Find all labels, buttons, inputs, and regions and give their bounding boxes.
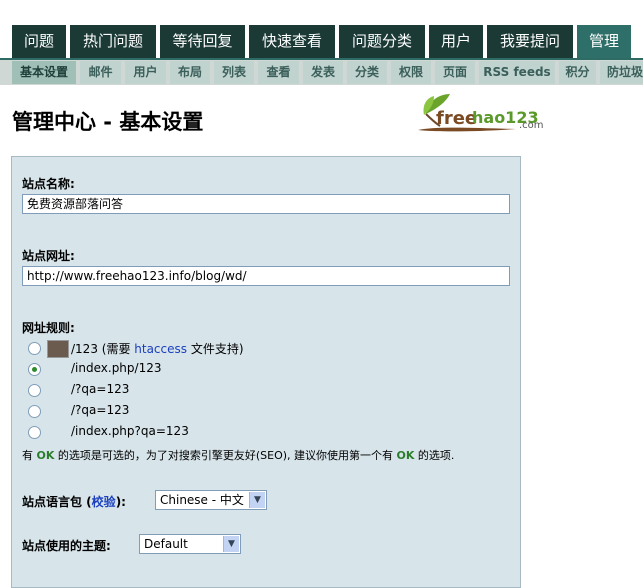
tab-users[interactable]: 用户	[429, 25, 483, 58]
language-label-text: 站点语言包 (	[22, 495, 92, 509]
language-select[interactable]: Chinese - 中文 ▼	[155, 490, 267, 510]
logo-com: .com	[519, 120, 544, 131]
url-rule-radio[interactable]	[28, 426, 41, 439]
language-label-suffix: ):	[115, 495, 126, 509]
subtab-lists[interactable]: 列表	[214, 61, 254, 84]
url-rule-text: /123 (需要 htaccess 文件支持)	[71, 340, 244, 357]
subtab-email[interactable]: 邮件	[80, 61, 121, 84]
site-name-label: 站点名称:	[22, 177, 75, 191]
ok-badge: OK	[36, 449, 55, 462]
url-rule-option[interactable]: /?qa=123	[28, 382, 508, 400]
url-rule-text: /index.php/123	[71, 361, 162, 375]
page-title: 管理中心 - 基本设置	[12, 110, 204, 134]
tab-categories[interactable]: 问题分类	[339, 25, 425, 58]
site-url-input[interactable]: http://www.freehao123.info/blog/wd/	[22, 266, 510, 286]
url-rule-label: 网址规则:	[22, 321, 75, 335]
subtab-posting[interactable]: 发表	[303, 61, 343, 84]
subtab-categories[interactable]: 分类	[347, 61, 387, 84]
theme-select-value: Default	[144, 537, 188, 551]
settings-panel: 站点名称: 免费资源部落问答 站点网址: http://www.freehao1…	[11, 156, 521, 588]
ok-badge: OK	[396, 449, 415, 462]
seo-note: 有 OK 的选项是可选的，为了对搜索引擎更友好(SEO), 建议你使用第一个有 …	[22, 447, 454, 463]
tab-ask-question[interactable]: 我要提问	[487, 25, 573, 58]
site-name-input[interactable]: 免费资源部落问答	[22, 194, 510, 214]
subtab-pages[interactable]: 页面	[435, 61, 475, 84]
url-rule-suffix: 文件支持)	[187, 342, 244, 356]
top-nav: 问题 热门问题 等待回复 快速查看 问题分类 用户 我要提问 管理	[0, 0, 643, 60]
site-url-label: 站点网址:	[22, 249, 75, 263]
url-rule-text: /?qa=123	[71, 382, 130, 396]
subtab-general[interactable]: 基本设置	[12, 61, 76, 84]
language-select-value: Chinese - 中文	[160, 493, 244, 507]
tab-admin[interactable]: 管理	[577, 25, 631, 58]
url-rule-radio[interactable]	[28, 405, 41, 418]
tab-hot-questions[interactable]: 热门问题	[70, 25, 156, 58]
tab-unanswered[interactable]: 等待回复	[160, 25, 245, 58]
freehao123-logo: free hao123 .com	[416, 88, 546, 138]
url-rule-text: /index.php?qa=123	[71, 424, 189, 438]
url-rule-radio-selected[interactable]	[28, 363, 41, 376]
theme-label: 站点使用的主题:	[22, 539, 111, 553]
url-rule-option[interactable]: /index.php/123	[28, 361, 508, 379]
language-label: 站点语言包 (校验):	[22, 493, 126, 510]
url-rule-radio[interactable]	[28, 384, 41, 397]
url-rule-pattern: /123 (需要	[71, 342, 135, 356]
chevron-down-icon[interactable]: ▼	[223, 536, 239, 552]
note-text: 的选项.	[414, 449, 455, 462]
logo-free: free	[436, 108, 478, 129]
url-rule-text: /?qa=123	[71, 403, 130, 417]
subtab-viewing[interactable]: 查看	[258, 61, 299, 84]
url-rule-option[interactable]: /123 (需要 htaccess 文件支持)	[28, 340, 508, 358]
subtab-permissions[interactable]: 权限	[391, 61, 431, 84]
sub-nav: 基本设置 邮件 用户 布局 列表 查看 发表 分类 权限 页面 RSS feed…	[0, 60, 643, 85]
url-rule-option[interactable]: /?qa=123	[28, 403, 508, 421]
tab-questions[interactable]: 问题	[12, 25, 66, 58]
language-check-link[interactable]: 校验	[92, 495, 116, 509]
subtab-rss-feeds[interactable]: RSS feeds	[479, 61, 555, 84]
url-rule-option[interactable]: /index.php?qa=123	[28, 424, 508, 442]
tab-quick-view[interactable]: 快速查看	[249, 25, 335, 58]
note-text: 有	[22, 449, 37, 462]
note-text: 的选项是可选的，为了对搜索引擎更友好(SEO), 建议你使用第一个有	[54, 449, 397, 462]
subtab-spam[interactable]: 防垃圾	[600, 61, 643, 84]
subtab-layout[interactable]: 布局	[170, 61, 210, 84]
url-rule-radio[interactable]	[28, 342, 41, 355]
avatar-thumbnail	[47, 340, 69, 358]
chevron-down-icon[interactable]: ▼	[249, 492, 265, 508]
htaccess-link[interactable]: htaccess	[134, 342, 187, 356]
subtab-users[interactable]: 用户	[125, 61, 166, 84]
theme-select[interactable]: Default ▼	[139, 534, 241, 554]
subtab-points[interactable]: 积分	[559, 61, 596, 84]
